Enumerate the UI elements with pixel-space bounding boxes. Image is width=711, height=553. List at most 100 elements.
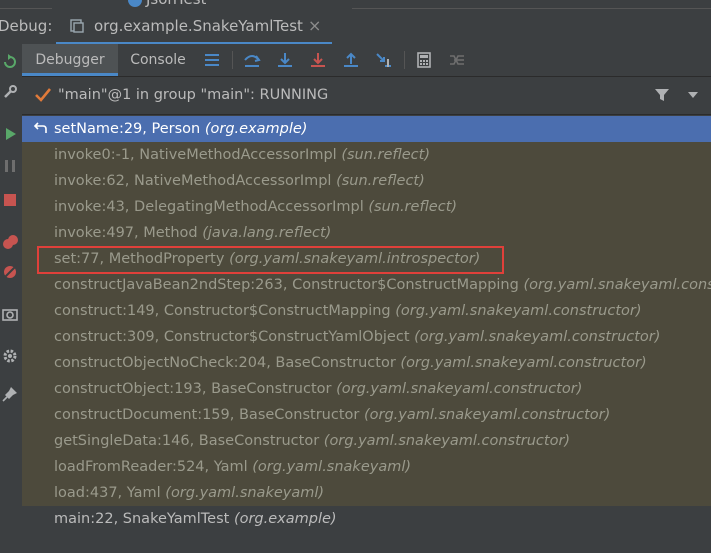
- camera-icon[interactable]: [2, 306, 18, 322]
- highlight-annotation: [37, 246, 504, 274]
- frame-method: getSingleData:146, BaseConstructor: [54, 433, 324, 449]
- frame-package: (org.yaml.snakeyaml.constructor): [363, 407, 611, 423]
- frame-row[interactable]: construct:149, Constructor$ConstructMapp…: [22, 298, 711, 324]
- tab-jsontest-label: JsonTest: [146, 0, 206, 8]
- frame-package: (sun.reflect): [341, 147, 430, 163]
- frame-text: load:437, Yaml (org.yaml.snakeyaml): [54, 480, 324, 506]
- frame-method: setName:29, Person: [54, 121, 205, 137]
- frame-method: invoke:43, DelegatingMethodAccessorImpl: [54, 199, 369, 215]
- stop-icon[interactable]: [2, 192, 18, 208]
- modify-settings-icon[interactable]: [2, 84, 18, 100]
- frame-package: (org.yaml.snakeyaml.constructor): [414, 329, 661, 345]
- debugger-toolbar: Debugger Console: [22, 44, 711, 77]
- active-tab-indicator: [22, 73, 118, 76]
- layout-icon[interactable]: [203, 51, 221, 69]
- toolbar-separator: [232, 51, 233, 69]
- tool-window-header: JsonTest Debug: org.example.SnakeYamlTes…: [0, 0, 711, 45]
- tab-snakeyamltest[interactable]: org.example.SnakeYamlTest ×: [56, 10, 332, 45]
- frame-text: constructObject:193, BaseConstructor (or…: [54, 376, 582, 402]
- frame-text: loadFromReader:524, Yaml (org.yaml.snake…: [54, 454, 411, 480]
- frame-method: constructObjectNoCheck:204, BaseConstruc…: [54, 355, 401, 371]
- view-breakpoints-icon[interactable]: [2, 234, 18, 250]
- frame-row[interactable]: invoke:497, Method (java.lang.reflect): [22, 220, 711, 246]
- rerun-icon[interactable]: [2, 54, 18, 70]
- frame-row[interactable]: setName:29, Person (org.example): [22, 116, 711, 142]
- frame-text: invoke:497, Method (java.lang.reflect): [54, 220, 331, 246]
- frame-package: (org.yaml.snakeyaml.cons: [523, 277, 711, 293]
- frame-row[interactable]: invoke0:-1, NativeMethodAccessorImpl (su…: [22, 142, 711, 168]
- frame-package: (org.yaml.snakeyaml.constructor): [323, 433, 571, 449]
- thread-selector[interactable]: "main"@1 in group "main": RUNNING: [22, 77, 711, 115]
- frame-package: (org.yaml.snakeyaml.constructor): [395, 303, 642, 319]
- chevron-down-icon[interactable]: [688, 91, 698, 99]
- frame-method: invoke:62, NativeMethodAccessorImpl: [54, 173, 337, 189]
- frame-row[interactable]: load:437, Yaml (org.yaml.snakeyaml): [22, 480, 711, 506]
- pin-icon[interactable]: [2, 386, 18, 402]
- frame-method: constructJavaBean2ndStep:263, Constructo…: [54, 277, 524, 293]
- filter-icon[interactable]: [654, 87, 670, 103]
- debug-label: Debug:: [0, 17, 53, 35]
- frame-text: invoke:43, DelegatingMethodAccessorImpl …: [54, 194, 457, 220]
- frame-row[interactable]: constructObjectNoCheck:204, BaseConstruc…: [22, 350, 711, 376]
- check-icon: [35, 88, 52, 102]
- frame-row[interactable]: invoke:62, NativeMethodAccessorImpl (sun…: [22, 168, 711, 194]
- frame-method: load:437, Yaml: [54, 485, 166, 501]
- tab-snakeyamltest-label: org.example.SnakeYamlTest: [94, 17, 303, 35]
- frame-text: main:22, SnakeYamlTest (org.example): [54, 506, 337, 532]
- frame-package: (org.example): [204, 121, 308, 137]
- frame-text: getSingleData:146, BaseConstructor (org.…: [54, 428, 570, 454]
- close-icon[interactable]: ×: [308, 16, 321, 35]
- frame-text: setName:29, Person (org.example): [54, 116, 307, 142]
- frame-method: invoke:497, Method: [54, 225, 203, 241]
- resume-icon[interactable]: [2, 126, 18, 142]
- frame-text: constructObjectNoCheck:204, BaseConstruc…: [54, 350, 647, 376]
- debug-side-toolbar: [0, 44, 23, 553]
- frame-row[interactable]: constructDocument:159, BaseConstructor (…: [22, 402, 711, 428]
- evaluate-expression-icon[interactable]: [415, 51, 433, 69]
- frame-row[interactable]: invoke:43, DelegatingMethodAccessorImpl …: [22, 194, 711, 220]
- run-to-cursor-icon[interactable]: [374, 51, 392, 69]
- frame-row[interactable]: construct:309, Constructor$ConstructYaml…: [22, 324, 711, 350]
- pause-icon[interactable]: [2, 158, 18, 174]
- frame-method: construct:309, Constructor$ConstructYaml…: [54, 329, 415, 345]
- frame-row[interactable]: loadFromReader:524, Yaml (org.yaml.snake…: [22, 454, 711, 480]
- frame-text: constructDocument:159, BaseConstructor (…: [54, 402, 610, 428]
- tab-console-label: Console: [130, 52, 186, 68]
- frame-row[interactable]: getSingleData:146, BaseConstructor (org.…: [22, 428, 711, 454]
- tab-divider: [0, 0, 52, 9]
- show-execution-point-icon[interactable]: [243, 51, 261, 69]
- frame-method: loadFromReader:524, Yaml: [54, 459, 253, 475]
- tab-debugger-label: Debugger: [35, 52, 105, 68]
- mute-breakpoints-icon[interactable]: [2, 264, 18, 280]
- step-into-icon[interactable]: [309, 51, 327, 69]
- frame-package: (org.yaml.snakeyaml.constructor): [336, 381, 583, 397]
- frame-method: constructObject:193, BaseConstructor: [54, 381, 337, 397]
- frames-list: setName:29, Person (org.example) invoke0:…: [22, 115, 711, 553]
- return-icon: [33, 122, 47, 133]
- frame-row[interactable]: constructJavaBean2ndStep:263, Constructo…: [22, 272, 711, 298]
- settings-icon[interactable]: [2, 348, 18, 364]
- tab-jsontest[interactable]: JsonTest: [128, 0, 206, 8]
- tab-divider: [352, 0, 711, 9]
- frame-method: main:22, SnakeYamlTest: [54, 511, 234, 527]
- frame-package: (sun.reflect): [336, 173, 425, 189]
- step-over-icon[interactable]: [276, 51, 294, 69]
- frame-package: (org.example): [233, 511, 337, 527]
- frame-method: construct:149, Constructor$ConstructMapp…: [54, 303, 396, 319]
- frame-text: invoke0:-1, NativeMethodAccessorImpl (su…: [54, 142, 430, 168]
- frame-package: (org.yaml.snakeyaml): [252, 459, 412, 475]
- thread-label: "main"@1 in group "main": RUNNING: [58, 87, 329, 103]
- tab-console[interactable]: Console: [118, 44, 198, 76]
- frame-method: constructDocument:159, BaseConstructor: [54, 407, 364, 423]
- frame-row[interactable]: constructObject:193, BaseConstructor (or…: [22, 376, 711, 402]
- step-out-icon[interactable]: [342, 51, 360, 69]
- trace-current-stream-icon[interactable]: [448, 51, 466, 69]
- frame-method: invoke0:-1, NativeMethodAccessorImpl: [54, 147, 342, 163]
- frame-text: construct:309, Constructor$ConstructYaml…: [54, 324, 660, 350]
- frame-text: invoke:62, NativeMethodAccessorImpl (sun…: [54, 168, 425, 194]
- frame-row[interactable]: main:22, SnakeYamlTest (org.example): [22, 506, 711, 532]
- frame-text: constructJavaBean2ndStep:263, Constructo…: [54, 272, 711, 298]
- tab-debugger[interactable]: Debugger: [22, 44, 118, 76]
- frame-package: (java.lang.reflect): [202, 225, 332, 241]
- frame-package: (org.yaml.snakeyaml.constructor): [400, 355, 647, 371]
